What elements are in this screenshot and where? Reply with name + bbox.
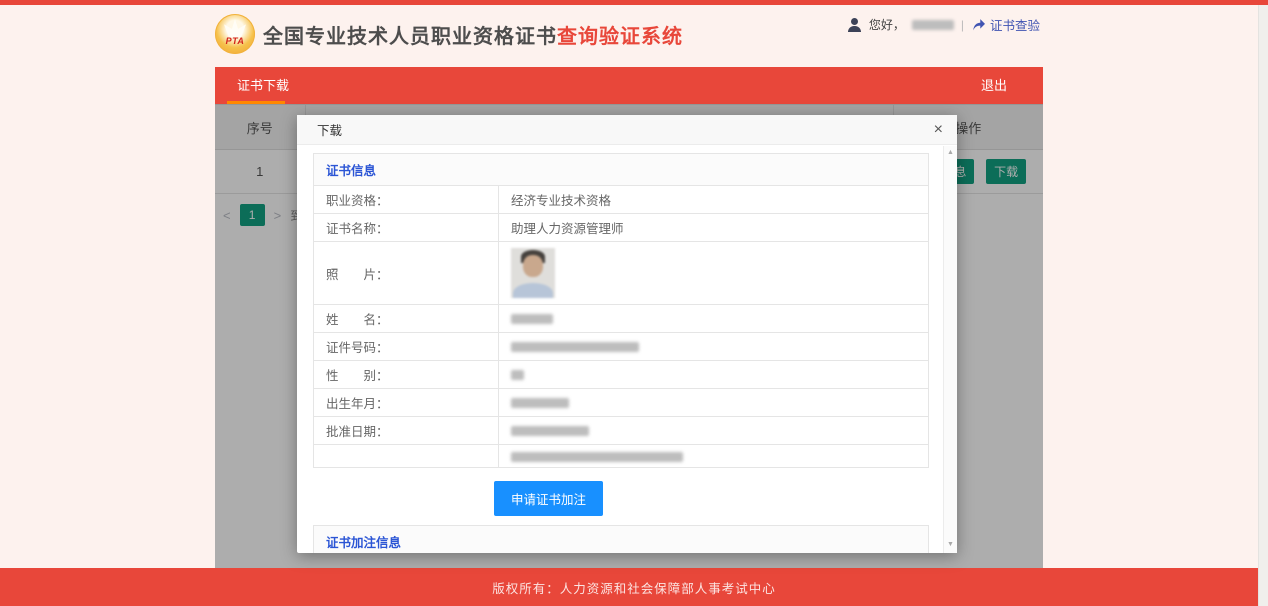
modal-title: 下载 — [317, 120, 342, 139]
close-icon[interactable]: × — [934, 122, 943, 138]
annotation-table: 证书加注信息 序号 使用场景 有效期至 加注申请时间 加注完成时间 操作 1 本… — [313, 525, 929, 553]
cert-verify-link[interactable]: 证书查验 — [971, 15, 1040, 34]
value-photo — [499, 242, 929, 305]
copyright-text: 版权所有：人力资源和社会保障部人事考试中心 — [492, 578, 776, 597]
id-number-redacted — [511, 342, 639, 352]
name-redacted — [511, 314, 553, 324]
cert-verify-label: 证书查验 — [990, 15, 1040, 34]
modal-body: 证书信息 职业资格： 经济专业技术资格 证书名称： 助理人力资源管理师 照 片： — [297, 146, 943, 553]
tab-cert-download[interactable]: 证书下载 — [215, 67, 311, 104]
value-approval-date — [499, 417, 929, 445]
label-cert-name: 证书名称： — [314, 214, 499, 242]
label-extra — [314, 445, 499, 468]
label-photo: 照 片： — [314, 242, 499, 305]
footer: 版权所有：人力资源和社会保障部人事考试中心 — [0, 568, 1268, 606]
label-gender: 性 别： — [314, 361, 499, 389]
row-photo: 照 片： — [314, 242, 929, 305]
pta-logo-icon: PTA — [215, 14, 255, 54]
row-occupation: 职业资格： 经济专业技术资格 — [314, 186, 929, 214]
value-id-number — [499, 333, 929, 361]
row-extra — [314, 445, 929, 468]
page-title: 全国专业技术人员职业资格证书查询验证系统 — [263, 20, 683, 49]
label-id-number: 证件号码： — [314, 333, 499, 361]
row-name: 姓 名： — [314, 305, 929, 333]
birth-redacted — [511, 398, 569, 408]
cert-info-table: 证书信息 职业资格： 经济专业技术资格 证书名称： 助理人力资源管理师 照 片： — [313, 153, 929, 468]
photo-shirt — [513, 283, 553, 298]
browser-scrollbar[interactable] — [1258, 5, 1268, 606]
top-red-strip — [0, 0, 1268, 5]
approval-date-redacted — [511, 426, 589, 436]
label-occupation: 职业资格： — [314, 186, 499, 214]
logout-button[interactable]: 退出 — [945, 67, 1043, 104]
separator: | — [961, 18, 964, 32]
id-photo — [511, 248, 555, 298]
download-modal: 下载 × ▲ ▼ 证书信息 职业资格： 经济专业技术资格 证书名称： 助理人力资… — [297, 115, 957, 553]
apply-annotation-button[interactable]: 申请证书加注 — [494, 481, 603, 516]
annotation-section-title: 证书加注信息 — [314, 526, 929, 554]
row-cert-name: 证书名称： 助理人力资源管理师 — [314, 214, 929, 242]
main-nav: 证书下载 退出 — [215, 67, 1043, 104]
label-name: 姓 名： — [314, 305, 499, 333]
site-header: PTA 全国专业技术人员职业资格证书查询验证系统 — [215, 14, 683, 54]
value-extra — [499, 445, 929, 468]
username-redacted — [912, 20, 954, 30]
greeting-text: 您好， — [869, 16, 905, 33]
modal-scrollbar[interactable]: ▲ ▼ — [943, 146, 957, 553]
share-arrow-icon — [971, 18, 986, 31]
extra-redacted — [511, 452, 683, 462]
scroll-up-icon[interactable]: ▲ — [944, 149, 957, 156]
scroll-down-icon[interactable]: ▼ — [944, 541, 957, 548]
logo-flame-shape — [224, 19, 246, 37]
page-title-accent: 查询验证系统 — [557, 26, 683, 48]
value-gender — [499, 361, 929, 389]
row-gender: 性 别： — [314, 361, 929, 389]
value-occupation: 经济专业技术资格 — [499, 186, 929, 214]
row-approval-date: 批准日期： — [314, 417, 929, 445]
header-user-area: 您好， | 证书查验 — [848, 15, 1040, 34]
modal-header: 下载 × — [297, 115, 957, 145]
row-birth: 出生年月： — [314, 389, 929, 417]
value-cert-name: 助理人力资源管理师 — [499, 214, 929, 242]
value-birth — [499, 389, 929, 417]
gender-redacted — [511, 370, 524, 380]
label-birth: 出生年月： — [314, 389, 499, 417]
value-name — [499, 305, 929, 333]
page: PTA 全国专业技术人员职业资格证书查询验证系统 您好， | 证书查验 证书下载… — [0, 0, 1268, 606]
logo-text: PTA — [226, 36, 245, 46]
page-title-main: 全国专业技术人员职业资格证书 — [263, 26, 557, 48]
user-icon — [848, 18, 862, 32]
label-approval-date: 批准日期： — [314, 417, 499, 445]
cert-info-section-title: 证书信息 — [314, 154, 929, 186]
photo-face — [523, 255, 543, 277]
row-id-number: 证件号码： — [314, 333, 929, 361]
